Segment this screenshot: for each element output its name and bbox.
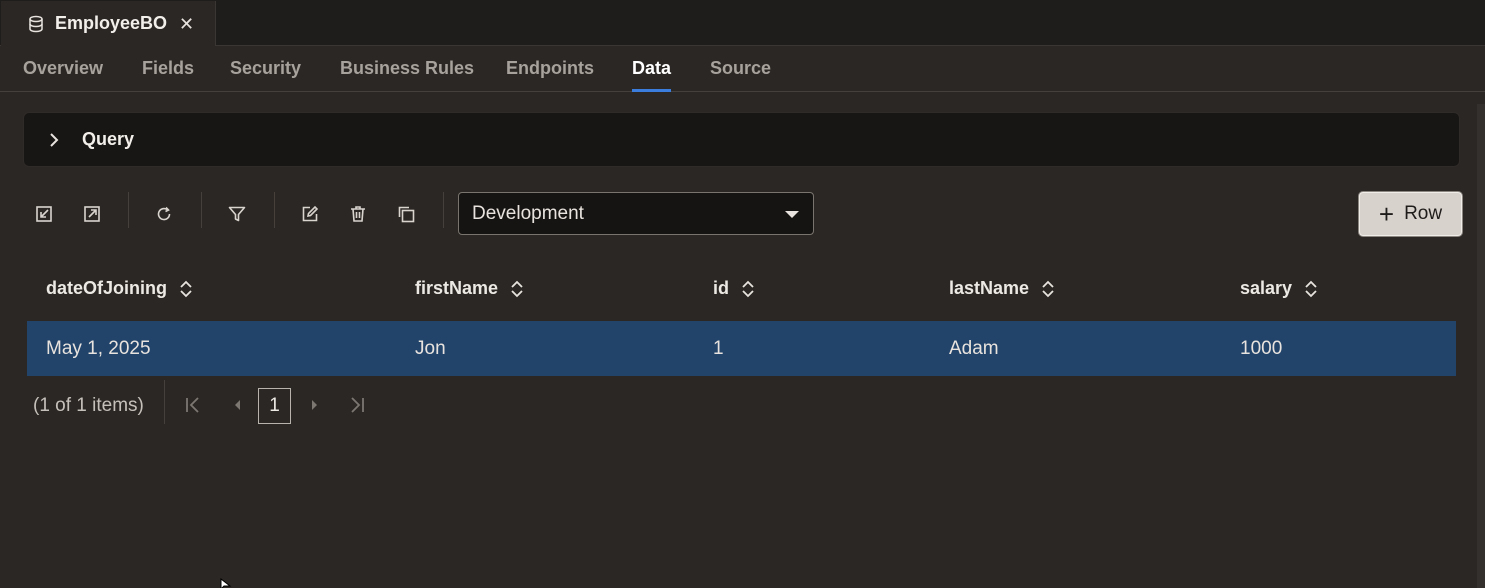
first-page-icon <box>186 397 199 413</box>
column-header-label: salary <box>1240 278 1293 298</box>
column-header-label: lastName <box>949 278 1030 298</box>
mouse-cursor-icon <box>220 578 232 588</box>
pagination: (1 of 1 items) 1 <box>27 380 427 426</box>
toolbar-divider <box>274 192 275 228</box>
environment-select[interactable]: Development <box>458 192 814 235</box>
sort-icon <box>1305 280 1317 297</box>
sub-tab-bar: Overview Fields Security Business Rules … <box>0 46 1485 92</box>
sort-icon <box>511 280 523 297</box>
filter-icon <box>228 206 246 222</box>
tab-fields[interactable]: Fields <box>142 58 194 92</box>
column-header-firstname[interactable]: firstName <box>415 278 524 299</box>
duplicate-icon <box>398 206 415 223</box>
document-tab-bar: EmployeeBO ✕ <box>0 0 1485 46</box>
delete-button[interactable] <box>342 198 374 230</box>
table-row[interactable]: May 1, 2025 Jon 1 Adam 1000 <box>27 321 1456 376</box>
refresh-icon <box>157 206 171 221</box>
sort-icon <box>1042 280 1054 297</box>
tab-source[interactable]: Source <box>710 58 771 92</box>
previous-page-icon <box>235 400 240 410</box>
query-label: Query <box>82 129 135 149</box>
tab-overview[interactable]: Overview <box>23 58 103 92</box>
previous-page-button[interactable] <box>228 395 248 415</box>
cell-lastname: Adam <box>949 338 999 359</box>
filter-button[interactable] <box>221 198 253 230</box>
next-page-button[interactable] <box>304 395 324 415</box>
export-icon <box>84 206 100 222</box>
last-page-button[interactable] <box>347 395 367 415</box>
page-number-current[interactable]: 1 <box>258 388 291 424</box>
environment-selected-value: Development <box>472 202 584 224</box>
tab-business-rules[interactable]: Business Rules <box>340 58 474 92</box>
export-button[interactable] <box>76 198 108 230</box>
toolbar-divider <box>443 192 444 228</box>
vertical-scrollbar[interactable] <box>1477 104 1485 588</box>
cell-firstname: Jon <box>415 338 446 359</box>
close-icon[interactable]: ✕ <box>179 15 194 33</box>
refresh-button[interactable] <box>148 198 180 230</box>
edit-button[interactable] <box>294 198 326 230</box>
toolbar-divider <box>201 192 202 228</box>
next-page-icon <box>312 400 317 410</box>
tab-data[interactable]: Data <box>632 58 672 92</box>
tab-endpoints[interactable]: Endpoints <box>506 58 594 92</box>
column-header-dateofjoining[interactable]: dateOfJoining <box>46 278 193 299</box>
duplicate-button[interactable] <box>390 198 422 230</box>
column-header-label: firstName <box>415 278 499 298</box>
caret-down-icon <box>785 211 799 218</box>
sort-icon <box>180 280 192 297</box>
column-header-label: id <box>713 278 729 298</box>
cell-dateofjoining: May 1, 2025 <box>46 338 151 359</box>
cell-salary: 1000 <box>1240 338 1283 359</box>
toolbar-divider <box>128 192 129 228</box>
column-header-lastname[interactable]: lastName <box>949 278 1055 299</box>
column-header-label: dateOfJoining <box>46 278 167 298</box>
document-tab-title: EmployeeBO <box>55 13 168 33</box>
add-row-label: Row <box>1404 203 1443 224</box>
pagination-divider <box>164 380 165 424</box>
column-header-id[interactable]: id <box>713 278 755 299</box>
delete-icon <box>351 206 365 222</box>
column-header-salary[interactable]: salary <box>1240 278 1318 299</box>
import-button[interactable] <box>28 198 60 230</box>
query-panel-toggle[interactable]: Query <box>23 112 1460 167</box>
last-page-icon <box>351 397 364 413</box>
document-tab-employeebo[interactable]: EmployeeBO ✕ <box>1 1 216 46</box>
database-icon <box>29 15 43 32</box>
edit-icon <box>302 205 319 222</box>
first-page-button[interactable] <box>183 395 203 415</box>
import-icon <box>36 206 52 222</box>
plus-icon: + <box>1378 199 1395 229</box>
add-row-button[interactable]: + Row <box>1359 192 1462 236</box>
table-header: dateOfJoining firstName id lastName sala… <box>27 270 1456 310</box>
tab-security[interactable]: Security <box>230 58 301 92</box>
sort-icon <box>742 280 754 297</box>
pagination-summary: (1 of 1 items) <box>33 395 144 416</box>
cell-id: 1 <box>713 338 724 359</box>
chevron-right-icon <box>50 132 59 147</box>
